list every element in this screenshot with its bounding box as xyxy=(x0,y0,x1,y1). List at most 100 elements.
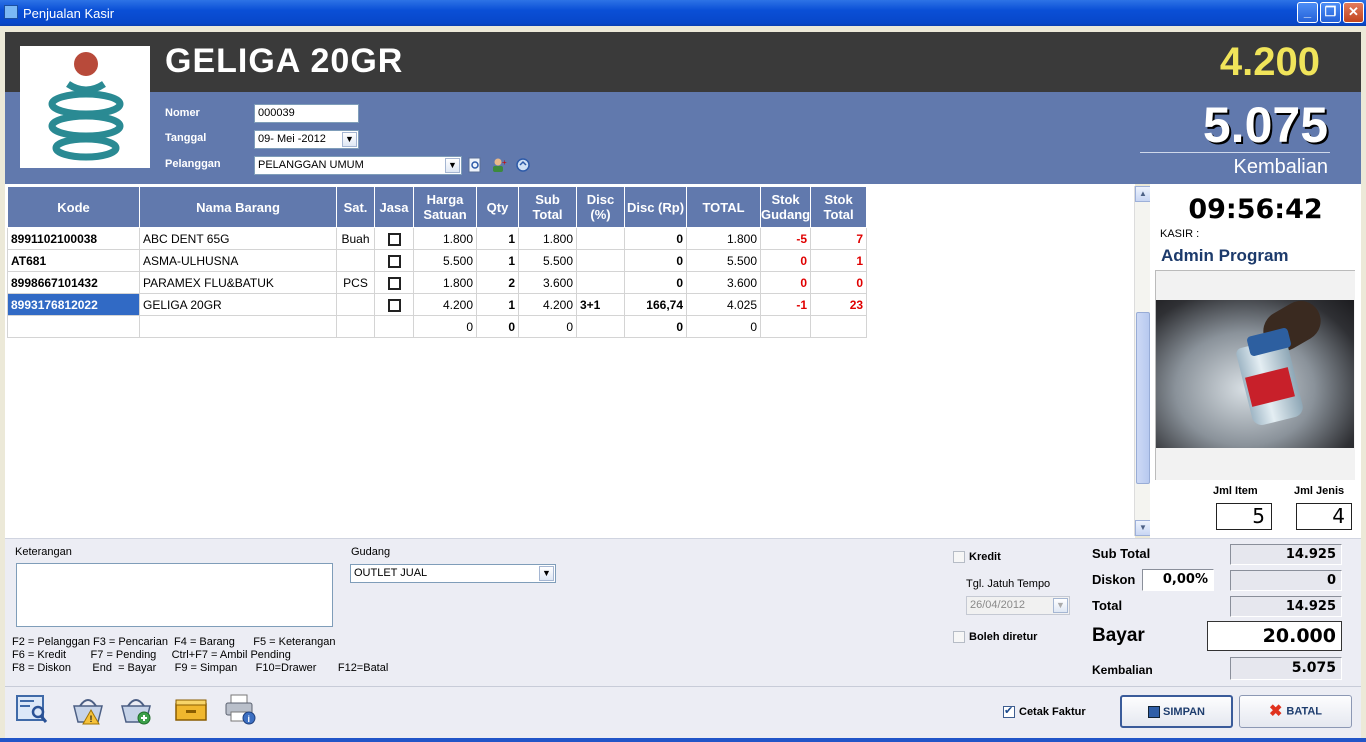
cell-qty[interactable]: 1 xyxy=(476,293,519,316)
table-row-new[interactable]: 0 0 0 0 0 xyxy=(7,315,868,338)
cell-total[interactable]: 1.800 xyxy=(686,227,761,250)
col-stok-total[interactable]: Stok Total xyxy=(810,186,868,228)
scroll-down-icon[interactable]: ▼ xyxy=(1135,520,1151,536)
cell-nama[interactable] xyxy=(139,315,337,338)
cell-disc-pct[interactable] xyxy=(576,249,625,272)
chevron-down-icon[interactable]: ▼ xyxy=(539,566,554,581)
cell-disc-rp[interactable]: 166,74 xyxy=(624,293,687,316)
bayar-input[interactable]: 20.000 xyxy=(1207,621,1342,651)
cell-disc-rp[interactable]: 0 xyxy=(624,227,687,250)
diskon-pct-input[interactable]: 0,00% xyxy=(1142,569,1214,591)
cell-subtotal[interactable]: 4.200 xyxy=(518,293,577,316)
cell-jasa[interactable] xyxy=(374,227,414,250)
pelanggan-select[interactable]: PELANGGAN UMUM ▼ xyxy=(254,156,462,175)
col-qty[interactable]: Qty xyxy=(476,186,519,228)
boleh-diretur-checkbox[interactable] xyxy=(953,631,965,643)
table-row[interactable]: 8991102100038 ABC DENT 65G Buah 1.800 1 … xyxy=(7,227,868,250)
cell-nama[interactable]: PARAMEX FLU&BATUK xyxy=(139,271,337,294)
batal-button[interactable]: ✖ BATAL xyxy=(1239,695,1352,728)
col-stok-gudang[interactable]: Stok Gudang xyxy=(759,186,812,228)
cell-nama[interactable]: ASMA-ULHUSNA xyxy=(139,249,337,272)
cetak-faktur-checkbox[interactable] xyxy=(1003,704,1015,718)
take-pending-basket-icon[interactable] xyxy=(118,692,154,726)
chevron-down-icon[interactable]: ▼ xyxy=(445,158,460,173)
cell-total[interactable]: 0 xyxy=(686,315,761,338)
pending-basket-icon[interactable]: ! xyxy=(70,692,106,726)
cell-satuan[interactable] xyxy=(336,249,375,272)
scroll-thumb[interactable] xyxy=(1136,312,1150,484)
table-row[interactable]: AT681 ASMA-ULHUSNA 5.500 1 5.500 0 5.500… xyxy=(7,249,868,272)
kredit-checkbox[interactable] xyxy=(953,551,965,563)
cell-disc-pct[interactable] xyxy=(576,315,625,338)
gudang-select[interactable]: OUTLET JUAL ▼ xyxy=(350,564,556,583)
cell-harga[interactable]: 1.800 xyxy=(413,227,477,250)
cell-harga[interactable]: 1.800 xyxy=(413,271,477,294)
cell-kode[interactable]: 8998667101432 xyxy=(7,271,140,294)
nomer-field[interactable]: 000039 xyxy=(254,104,359,123)
search-product-icon[interactable] xyxy=(14,692,50,726)
table-row[interactable]: 8998667101432 PARAMEX FLU&BATUK PCS 1.80… xyxy=(7,271,868,294)
cell-disc-rp[interactable]: 0 xyxy=(624,271,687,294)
cell-subtotal[interactable]: 1.800 xyxy=(518,227,577,250)
scroll-up-icon[interactable]: ▲ xyxy=(1135,186,1151,202)
cell-nama[interactable]: ABC DENT 65G xyxy=(139,227,337,250)
col-total[interactable]: TOTAL xyxy=(686,186,761,228)
cell-kode[interactable]: 8993176812022 xyxy=(7,293,140,316)
col-nama-barang[interactable]: Nama Barang xyxy=(139,186,337,228)
cell-jasa[interactable] xyxy=(374,249,414,272)
cell-disc-pct[interactable] xyxy=(576,227,625,250)
cell-disc-pct[interactable]: 3+1 xyxy=(576,293,625,316)
cell-qty[interactable]: 0 xyxy=(476,315,519,338)
add-customer-icon[interactable]: + xyxy=(491,157,507,173)
cell-total[interactable]: 3.600 xyxy=(686,271,761,294)
cell-disc-rp[interactable]: 0 xyxy=(624,315,687,338)
cell-qty[interactable]: 1 xyxy=(476,249,519,272)
maximize-button[interactable]: ❐ xyxy=(1320,2,1341,23)
cell-satuan[interactable]: PCS xyxy=(336,271,375,294)
cell-jasa[interactable] xyxy=(374,293,414,316)
col-satuan[interactable]: Sat. xyxy=(336,186,375,228)
tanggal-datepicker[interactable]: 09- Mei -2012 ▼ xyxy=(254,130,359,149)
col-kode[interactable]: Kode xyxy=(7,186,140,228)
cell-total[interactable]: 4.025 xyxy=(686,293,761,316)
grid-scrollbar[interactable]: ▲ ▼ xyxy=(1134,186,1151,536)
cell-satuan[interactable] xyxy=(336,315,375,338)
minimize-button[interactable]: _ xyxy=(1297,2,1318,23)
cell-harga[interactable]: 4.200 xyxy=(413,293,477,316)
col-jasa[interactable]: Jasa xyxy=(374,186,414,228)
cell-kode[interactable]: AT681 xyxy=(7,249,140,272)
cell-satuan[interactable]: Buah xyxy=(336,227,375,250)
col-disc-rp[interactable]: Disc (Rp) xyxy=(624,186,687,228)
col-disc-pct[interactable]: Disc (%) xyxy=(576,186,625,228)
jasa-checkbox[interactable] xyxy=(387,276,401,290)
cell-jasa[interactable] xyxy=(374,271,414,294)
refresh-icon[interactable] xyxy=(515,157,531,173)
cell-satuan[interactable] xyxy=(336,293,375,316)
cell-harga[interactable]: 5.500 xyxy=(413,249,477,272)
cell-subtotal[interactable]: 0 xyxy=(518,315,577,338)
col-sub-total[interactable]: Sub Total xyxy=(518,186,577,228)
cell-disc-pct[interactable] xyxy=(576,271,625,294)
chevron-down-icon[interactable]: ▼ xyxy=(1053,598,1068,613)
cell-harga[interactable]: 0 xyxy=(413,315,477,338)
cash-drawer-icon[interactable] xyxy=(173,692,209,726)
keterangan-textarea[interactable] xyxy=(16,563,333,627)
jasa-checkbox[interactable] xyxy=(387,254,401,268)
cell-subtotal[interactable]: 3.600 xyxy=(518,271,577,294)
cell-qty[interactable]: 2 xyxy=(476,271,519,294)
col-harga-satuan[interactable]: Harga Satuan xyxy=(413,186,477,228)
cell-jasa[interactable] xyxy=(374,315,414,338)
close-button[interactable]: ✕ xyxy=(1343,2,1364,23)
simpan-button[interactable]: SIMPAN xyxy=(1120,695,1233,728)
cell-qty[interactable]: 1 xyxy=(476,227,519,250)
cell-nama[interactable]: GELIGA 20GR xyxy=(139,293,337,316)
jatuh-tempo-datepicker[interactable]: 26/04/2012 ▼ xyxy=(966,596,1070,615)
cell-disc-rp[interactable]: 0 xyxy=(624,249,687,272)
jasa-checkbox[interactable] xyxy=(387,298,401,312)
chevron-down-icon[interactable]: ▼ xyxy=(342,132,357,147)
cell-kode[interactable] xyxy=(7,315,140,338)
table-row-selected[interactable]: 8993176812022 GELIGA 20GR 4.200 1 4.200 … xyxy=(7,293,868,316)
customer-search-icon[interactable] xyxy=(467,157,483,173)
cell-total[interactable]: 5.500 xyxy=(686,249,761,272)
cell-kode[interactable]: 8991102100038 xyxy=(7,227,140,250)
